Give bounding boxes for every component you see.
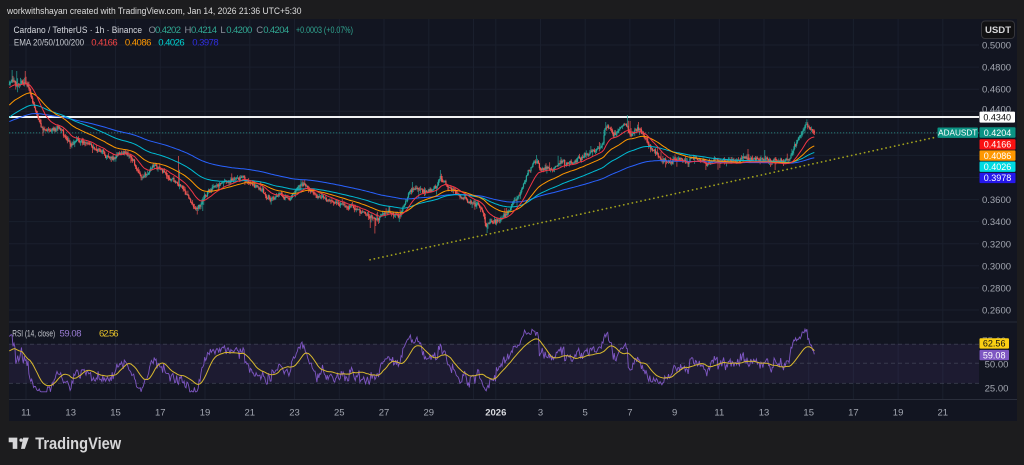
svg-text:0.5000: 0.5000: [982, 41, 1011, 52]
svg-text:0.2800: 0.2800: [982, 283, 1011, 294]
svg-text:0.4800: 0.4800: [982, 63, 1011, 74]
svg-text:25.00: 25.00: [985, 383, 1009, 394]
svg-text:21: 21: [938, 408, 949, 419]
svg-text:0.3200: 0.3200: [982, 239, 1011, 250]
svg-text:9: 9: [672, 408, 677, 419]
svg-text:13: 13: [65, 408, 76, 419]
svg-text:62.56: 62.56: [983, 339, 1006, 349]
svg-text:0.3000: 0.3000: [982, 261, 1011, 272]
svg-text:17: 17: [155, 408, 166, 419]
svg-text:0.3400: 0.3400: [982, 217, 1011, 228]
svg-text:TradingView: TradingView: [35, 434, 122, 453]
svg-text:0.4340: 0.4340: [983, 112, 1011, 122]
svg-text:11: 11: [21, 408, 31, 419]
svg-text:7: 7: [627, 408, 632, 419]
svg-text:11: 11: [714, 408, 724, 419]
svg-text:workwithshayan created with Tr: workwithshayan created with TradingView.…: [6, 6, 301, 17]
svg-text:23: 23: [289, 408, 300, 419]
svg-text:0.4026: 0.4026: [984, 162, 1012, 172]
svg-text:19: 19: [893, 408, 904, 419]
svg-text:3: 3: [538, 408, 543, 419]
svg-text:2026: 2026: [485, 408, 506, 419]
svg-text:50.00: 50.00: [985, 360, 1009, 371]
svg-text:15: 15: [110, 408, 121, 419]
svg-text:0.4600: 0.4600: [982, 85, 1011, 96]
svg-text:5: 5: [583, 408, 588, 419]
svg-text:0.2600: 0.2600: [982, 306, 1011, 317]
svg-text:59.08: 59.08: [983, 350, 1006, 360]
svg-text:0.4204: 0.4204: [984, 128, 1012, 138]
svg-text:0.4086: 0.4086: [984, 151, 1012, 161]
svg-text:ADAUSDT: ADAUSDT: [938, 129, 977, 138]
svg-text:RSI (14, close)59.0862.56: RSI (14, close) 59.08 62.56: [12, 329, 118, 340]
svg-text:25: 25: [334, 408, 345, 419]
svg-text:21: 21: [245, 408, 256, 419]
svg-text:27: 27: [379, 408, 390, 419]
svg-text:0.3600: 0.3600: [982, 195, 1011, 206]
svg-text:13: 13: [759, 408, 770, 419]
svg-text:0.4166: 0.4166: [984, 140, 1012, 150]
svg-text:0.3978: 0.3978: [984, 173, 1012, 183]
svg-text:USDT: USDT: [985, 25, 1011, 36]
svg-text:15: 15: [803, 408, 814, 419]
svg-text:19: 19: [200, 408, 211, 419]
svg-text:17: 17: [848, 408, 859, 419]
svg-text:29: 29: [424, 408, 435, 419]
